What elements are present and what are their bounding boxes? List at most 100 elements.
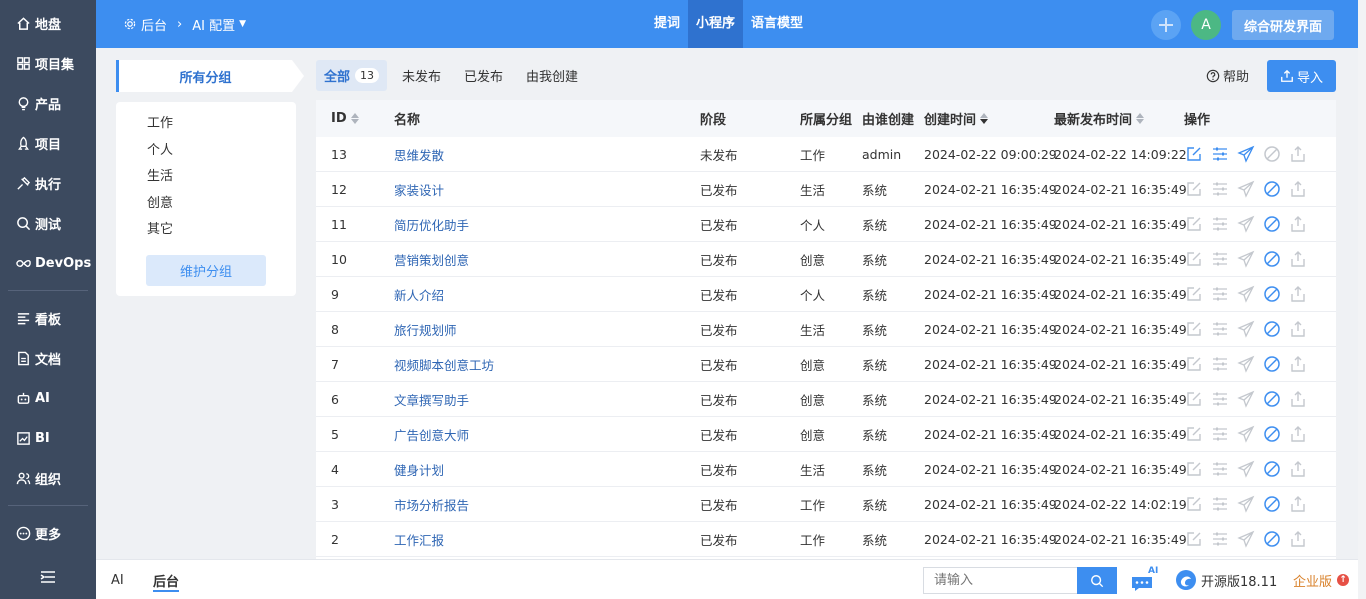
settings-icon[interactable] xyxy=(1210,354,1230,374)
group-item[interactable]: 创意 xyxy=(116,191,296,218)
edit-icon[interactable] xyxy=(1184,179,1204,199)
settings-icon[interactable] xyxy=(1210,284,1230,304)
publish-icon[interactable] xyxy=(1236,529,1256,549)
disable-icon[interactable] xyxy=(1262,144,1282,164)
ai-chat-button[interactable]: AI xyxy=(1130,566,1160,594)
export-icon[interactable] xyxy=(1288,529,1308,549)
cell-name-link[interactable]: 家装设计 xyxy=(394,172,444,206)
sidebar-item-more[interactable]: 更多 xyxy=(0,513,96,553)
publish-icon[interactable] xyxy=(1236,179,1256,199)
publish-icon[interactable] xyxy=(1236,389,1256,409)
group-item[interactable]: 其它 xyxy=(116,217,296,244)
export-icon[interactable] xyxy=(1288,319,1308,339)
edit-icon[interactable] xyxy=(1184,144,1204,164)
cell-name-link[interactable]: 广告创意大师 xyxy=(394,417,469,451)
disable-icon[interactable] xyxy=(1262,389,1282,409)
settings-icon[interactable] xyxy=(1210,179,1230,199)
sidebar-item-lightbulb[interactable]: 产品 xyxy=(0,83,96,123)
edit-icon[interactable] xyxy=(1184,214,1204,234)
publish-icon[interactable] xyxy=(1236,144,1256,164)
settings-icon[interactable] xyxy=(1210,529,1230,549)
edit-icon[interactable] xyxy=(1184,529,1204,549)
bottom-tab-admin[interactable]: 后台 xyxy=(153,560,180,599)
sidebar-item-chart[interactable]: BI xyxy=(0,418,96,458)
settings-icon[interactable] xyxy=(1210,144,1230,164)
edit-icon[interactable] xyxy=(1184,249,1204,269)
cell-name-link[interactable]: 思维发散 xyxy=(394,137,444,171)
cell-name-link[interactable]: 视频脚本创意工坊 xyxy=(394,347,494,381)
disable-icon[interactable] xyxy=(1262,529,1282,549)
sidebar-item-home[interactable]: 地盘 xyxy=(0,3,96,43)
collapse-sidebar-button[interactable] xyxy=(0,569,96,589)
settings-icon[interactable] xyxy=(1210,214,1230,234)
help-link[interactable]: 帮助 xyxy=(1206,60,1249,91)
publish-icon[interactable] xyxy=(1236,284,1256,304)
top-tab-0[interactable]: 提词 xyxy=(650,0,684,48)
group-item[interactable]: 生活 xyxy=(116,164,296,191)
publish-icon[interactable] xyxy=(1236,459,1256,479)
maintain-groups-button[interactable]: 维护分组 xyxy=(146,255,266,286)
header-created[interactable]: 创建时间 xyxy=(924,100,989,137)
enterprise-upgrade-link[interactable]: 企业版 ↑ xyxy=(1293,560,1350,599)
group-item[interactable]: 个人 xyxy=(116,138,296,165)
settings-icon[interactable] xyxy=(1210,249,1230,269)
sidebar-item-robot[interactable]: AI xyxy=(0,378,96,418)
publish-icon[interactable] xyxy=(1236,354,1256,374)
header-id[interactable]: ID xyxy=(331,100,359,137)
export-icon[interactable] xyxy=(1288,179,1308,199)
cell-name-link[interactable]: 健身计划 xyxy=(394,452,444,486)
filter-tab-2[interactable]: 已发布 xyxy=(456,60,511,91)
settings-icon[interactable] xyxy=(1210,319,1230,339)
bottom-tab-ai[interactable]: AI xyxy=(111,560,124,599)
disable-icon[interactable] xyxy=(1262,424,1282,444)
settings-icon[interactable] xyxy=(1210,494,1230,514)
publish-icon[interactable] xyxy=(1236,214,1256,234)
export-icon[interactable] xyxy=(1288,249,1308,269)
disable-icon[interactable] xyxy=(1262,249,1282,269)
edit-icon[interactable] xyxy=(1184,284,1204,304)
import-button[interactable]: 导入 xyxy=(1267,60,1336,92)
export-icon[interactable] xyxy=(1288,144,1308,164)
sidebar-item-infinity[interactable]: DevOps xyxy=(0,243,96,283)
cell-name-link[interactable]: 新人介绍 xyxy=(394,277,444,311)
cell-name-link[interactable]: 营销策划创意 xyxy=(394,242,469,276)
disable-icon[interactable] xyxy=(1262,179,1282,199)
settings-icon[interactable] xyxy=(1210,389,1230,409)
export-icon[interactable] xyxy=(1288,494,1308,514)
publish-icon[interactable] xyxy=(1236,494,1256,514)
sidebar-item-org[interactable]: 组织 xyxy=(0,458,96,498)
publish-icon[interactable] xyxy=(1236,249,1256,269)
header-published[interactable]: 最新发布时间 xyxy=(1054,100,1145,137)
sidebar-item-rocket[interactable]: 项目 xyxy=(0,123,96,163)
sidebar-item-execute[interactable]: 执行 xyxy=(0,163,96,203)
cell-name-link[interactable]: 工作汇报 xyxy=(394,522,444,556)
publish-icon[interactable] xyxy=(1236,424,1256,444)
page-scrollbar[interactable] xyxy=(1358,0,1366,599)
edit-icon[interactable] xyxy=(1184,459,1204,479)
edit-icon[interactable] xyxy=(1184,389,1204,409)
filter-tab-3[interactable]: 由我创建 xyxy=(518,60,586,91)
filter-tab-0[interactable]: 全部 13 xyxy=(316,60,388,91)
top-tab-2[interactable]: 语言模型 xyxy=(747,0,807,48)
disable-icon[interactable] xyxy=(1262,214,1282,234)
publish-icon[interactable] xyxy=(1236,319,1256,339)
cell-name-link[interactable]: 文章撰写助手 xyxy=(394,382,469,416)
dev-interface-button[interactable]: 综合研发界面 xyxy=(1232,10,1334,40)
group-item[interactable]: 工作 xyxy=(116,111,296,138)
cell-name-link[interactable]: 旅行规划师 xyxy=(394,312,457,346)
search-input[interactable] xyxy=(923,567,1078,594)
settings-icon[interactable] xyxy=(1210,459,1230,479)
sidebar-item-grid[interactable]: 项目集 xyxy=(0,43,96,83)
edit-icon[interactable] xyxy=(1184,319,1204,339)
avatar[interactable]: A xyxy=(1191,10,1221,40)
cell-name-link[interactable]: 市场分析报告 xyxy=(394,487,469,521)
disable-icon[interactable] xyxy=(1262,319,1282,339)
disable-icon[interactable] xyxy=(1262,284,1282,304)
export-icon[interactable] xyxy=(1288,354,1308,374)
breadcrumb-root[interactable]: 后台 xyxy=(141,15,167,34)
edit-icon[interactable] xyxy=(1184,354,1204,374)
export-icon[interactable] xyxy=(1288,424,1308,444)
create-button[interactable] xyxy=(1151,10,1181,40)
disable-icon[interactable] xyxy=(1262,494,1282,514)
cell-name-link[interactable]: 简历优化助手 xyxy=(394,207,469,241)
